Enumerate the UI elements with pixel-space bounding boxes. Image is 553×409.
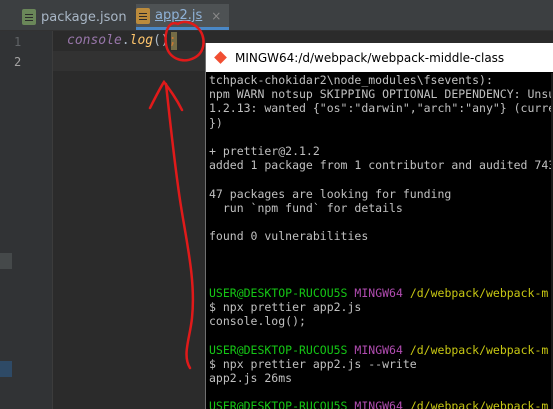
code-parens: () bbox=[153, 33, 169, 48]
terminal-line: 1.2.13: wanted {"os":"darwin","arch":"an… bbox=[209, 101, 553, 116]
terminal-line: tchpack-chokidar2\node_modules\fsevents)… bbox=[209, 73, 493, 87]
json-file-icon bbox=[22, 9, 36, 25]
prompt-shell: MINGW64 bbox=[354, 399, 403, 409]
command-line: $ npx prettier app2.js bbox=[209, 300, 362, 314]
tab-label: package.json bbox=[41, 9, 127, 25]
terminal-line: found 0 vulnerabilities bbox=[209, 229, 369, 244]
tab-label: app2.js bbox=[155, 8, 203, 23]
terminal-line: }) bbox=[209, 115, 223, 130]
command-output: app2.js 26ms bbox=[209, 370, 293, 385]
line-number: 1 bbox=[14, 35, 22, 49]
tab-package-json[interactable]: package.json × bbox=[22, 4, 146, 30]
prompt-line: USER@DESKTOP-RUCOU5S MINGW64 /d/webpack/… bbox=[209, 399, 553, 409]
prompt-user: USER@DESKTOP-RUCOU5S bbox=[209, 399, 348, 409]
tab-app2-js[interactable]: app2.js × bbox=[136, 4, 230, 30]
prompt-shell: MINGW64 bbox=[354, 342, 403, 357]
gutter-marker bbox=[0, 253, 12, 269]
git-bash-icon bbox=[215, 52, 227, 64]
js-file-icon bbox=[136, 7, 150, 24]
gutter-marker bbox=[0, 361, 12, 377]
code-dot: . bbox=[121, 33, 130, 48]
prompt-line: USER@DESKTOP-RUCOU5S MINGW64 /d/webpack/… bbox=[209, 286, 553, 300]
command-line: $ npx prettier app2.js --write bbox=[209, 356, 417, 371]
code-method: log bbox=[129, 33, 154, 48]
code-semicolon: ; bbox=[168, 33, 177, 48]
terminal-window[interactable]: MINGW64:/d/webpack/webpack-middle-class … bbox=[205, 43, 553, 409]
terminal-line: added 1 package from 1 contributor and a… bbox=[209, 158, 553, 173]
line-number-gutter[interactable]: 1 2 bbox=[0, 31, 53, 409]
prompt-shell: MINGW64 bbox=[354, 285, 403, 300]
terminal-title: MINGW64:/d/webpack/webpack-middle-class bbox=[235, 50, 505, 65]
terminal-line: npm WARN notsup SKIPPING OPTIONAL DEPEND… bbox=[209, 87, 553, 102]
terminal-title-bar[interactable]: MINGW64:/d/webpack/webpack-middle-class bbox=[206, 43, 553, 72]
prompt-line: USER@DESKTOP-RUCOU5S MINGW64 /d/webpack/… bbox=[209, 343, 553, 357]
prompt-user: USER@DESKTOP-RUCOU5S bbox=[209, 342, 348, 357]
command-output: console.log(); bbox=[209, 314, 306, 329]
editor-tab-bar: package.json × app2.js × bbox=[0, 0, 553, 31]
terminal-output[interactable]: tchpack-chokidar2\node_modules\fsevents)… bbox=[209, 73, 553, 409]
terminal-line: 47 packages are looking for funding bbox=[209, 186, 452, 201]
prompt-user: USER@DESKTOP-RUCOU5S bbox=[209, 285, 348, 300]
prompt-path: /d/webpack/webpack-m bbox=[409, 342, 549, 357]
code-object: console bbox=[67, 33, 122, 48]
close-icon[interactable]: × bbox=[211, 9, 221, 23]
terminal-line: run `npm fund` for details bbox=[209, 200, 403, 215]
terminal-line: + prettier@2.1.2 bbox=[209, 143, 320, 158]
prompt-path: /d/webpack/webpack-m bbox=[409, 285, 549, 300]
code-line-1[interactable]: console.log(); bbox=[67, 33, 177, 48]
prompt-path: /d/webpack/webpack-m bbox=[409, 399, 549, 409]
line-number: 2 bbox=[14, 55, 22, 69]
